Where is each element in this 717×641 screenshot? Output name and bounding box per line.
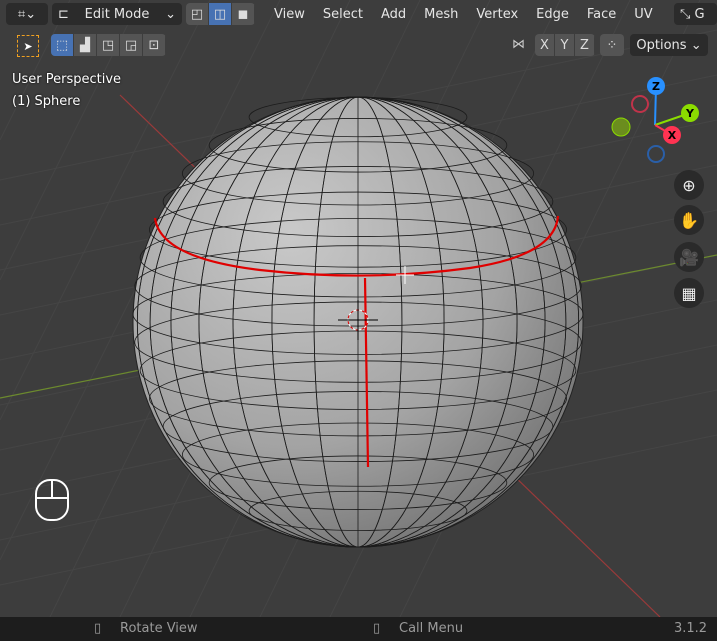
transform-label: G	[694, 6, 705, 22]
transform-orientation-button[interactable]: ⤡ G	[674, 3, 717, 25]
view-name: User Perspective	[12, 72, 122, 87]
menu-edge[interactable]: Edge	[527, 7, 578, 22]
hand-pan-icon[interactable]: ✋	[674, 205, 704, 235]
zoom-icon[interactable]: ⊕	[674, 170, 704, 200]
chevron-down-icon: ⌄	[165, 6, 176, 22]
mirror-axes-group: X Y Z	[535, 34, 595, 56]
status-call-menu: Call Menu	[399, 621, 464, 636]
version-label: 3.1.2	[674, 621, 708, 636]
camera-icon[interactable]: 🎥	[674, 242, 704, 272]
mirror-icon[interactable]: ⋈	[512, 37, 525, 52]
object-name: (1) Sphere	[12, 94, 81, 109]
status-rotate-view: Rotate View	[120, 621, 198, 636]
face-select-icon[interactable]: ◼	[232, 3, 255, 25]
menu-add[interactable]: Add	[372, 7, 415, 22]
select-intersect-icon[interactable]: ⊡	[143, 34, 166, 56]
select-subtract-icon[interactable]: ◳	[97, 34, 120, 56]
select-tool-icon[interactable]: ➤	[17, 35, 39, 57]
gizmo-z[interactable]: Z	[652, 80, 660, 93]
tool-header: ➤ ⬚ ▟ ◳ ◲ ⊡ ⋈ X Y Z ⁘ Options ⌄	[0, 33, 717, 59]
viewport-header: ⌗⌄ ⊏ Edit Mode ⌄ ◰ ◫ ◼ View Select Add Mes…	[0, 0, 717, 28]
editor-type-button[interactable]: ⌗⌄	[6, 3, 48, 25]
status-bar: ▯ Rotate View ▯ Call Menu 3.1.2	[0, 617, 717, 641]
3d-viewport[interactable]: Z Y X User Perspective (1) Sphere ⊕ ✋ 🎥 …	[0, 0, 717, 617]
selection-mode-group: ⬚ ▟ ◳ ◲ ⊡	[51, 34, 166, 56]
mouse-left-icon: ▯	[94, 621, 102, 636]
viewport-scene: Z Y X	[0, 0, 717, 617]
select-new-icon[interactable]: ⬚	[51, 34, 74, 56]
auto-merge-icon[interactable]: ⁘	[600, 34, 624, 56]
menu-mesh[interactable]: Mesh	[415, 7, 467, 22]
mode-select[interactable]: ⊏ Edit Mode ⌄	[52, 3, 182, 25]
menu-vertex[interactable]: Vertex	[467, 7, 527, 22]
select-extend-icon[interactable]: ▟	[74, 34, 97, 56]
select-mode-group: ◰ ◫ ◼	[186, 3, 255, 25]
chevron-down-icon: ⌄	[690, 37, 702, 53]
mouse-right-icon: ▯	[373, 621, 381, 636]
gizmo-x[interactable]: X	[668, 129, 677, 142]
gizmo-y[interactable]: Y	[685, 107, 695, 120]
select-invert-icon[interactable]: ◲	[120, 34, 143, 56]
mirror-y-toggle[interactable]: Y	[555, 34, 575, 56]
options-dropdown[interactable]: Options ⌄	[630, 34, 708, 56]
menu-select[interactable]: Select	[314, 7, 372, 22]
edge-select-icon[interactable]: ◫	[209, 3, 232, 25]
menu-view[interactable]: View	[265, 7, 314, 22]
menu-uv[interactable]: UV	[625, 7, 661, 22]
options-label: Options	[636, 37, 687, 53]
mirror-z-toggle[interactable]: Z	[575, 34, 595, 56]
navigation-gizmo: Z Y X	[611, 77, 699, 163]
mode-label: Edit Mode	[84, 6, 150, 22]
menu-face[interactable]: Face	[578, 7, 625, 22]
vertex-select-icon[interactable]: ◰	[186, 3, 209, 25]
mode-icon: ⊏	[58, 6, 69, 22]
menu-bar: View Select Add Mesh Vertex Edge Face UV	[265, 7, 662, 22]
axes-icon: ⤡	[680, 6, 691, 22]
mirror-x-toggle[interactable]: X	[535, 34, 555, 56]
perspective-grid-icon[interactable]: ▦	[674, 278, 704, 308]
